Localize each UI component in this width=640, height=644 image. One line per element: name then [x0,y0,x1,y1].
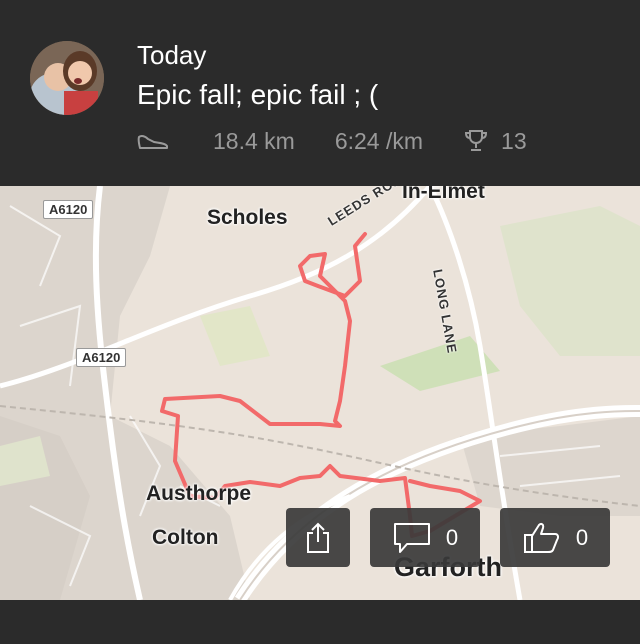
place-colton: Colton [152,526,219,549]
avatar[interactable] [30,41,104,115]
pace-stat: 6:24 /km [334,127,424,154]
place-in-elmet: In-Elmet [402,186,485,203]
comment-count: 0 [445,524,459,550]
thumbs-up-icon [523,522,559,553]
comment-button[interactable]: 0 [370,508,480,567]
share-icon [307,522,329,553]
place-austhorpe: Austhorpe [146,482,251,505]
kudos-button[interactable]: 0 [500,508,610,567]
next-activity-strip [0,600,640,644]
achievement-count: 13 [501,127,527,154]
avatar-photo [30,41,104,115]
activity-date: Today [137,40,207,70]
share-button[interactable] [286,508,350,567]
road-label-a6120-mid: A6120 [76,348,127,367]
distance-stat: 18.4 km [213,127,295,154]
comment-icon [393,522,430,553]
activity-header: Today Epic fall; epic fail ; ( 18.4 km 6… [0,0,640,186]
activity-stats: 18.4 km 6:24 /km 13 [137,126,527,156]
place-scholes: Scholes [207,206,288,229]
activity-title[interactable]: Epic fall; epic fail ; ( [137,79,378,111]
kudos-count: 0 [575,524,589,550]
trophy-icon [463,128,489,154]
shoe-icon [137,131,169,151]
road-label-a6120-top: A6120 [43,200,94,219]
